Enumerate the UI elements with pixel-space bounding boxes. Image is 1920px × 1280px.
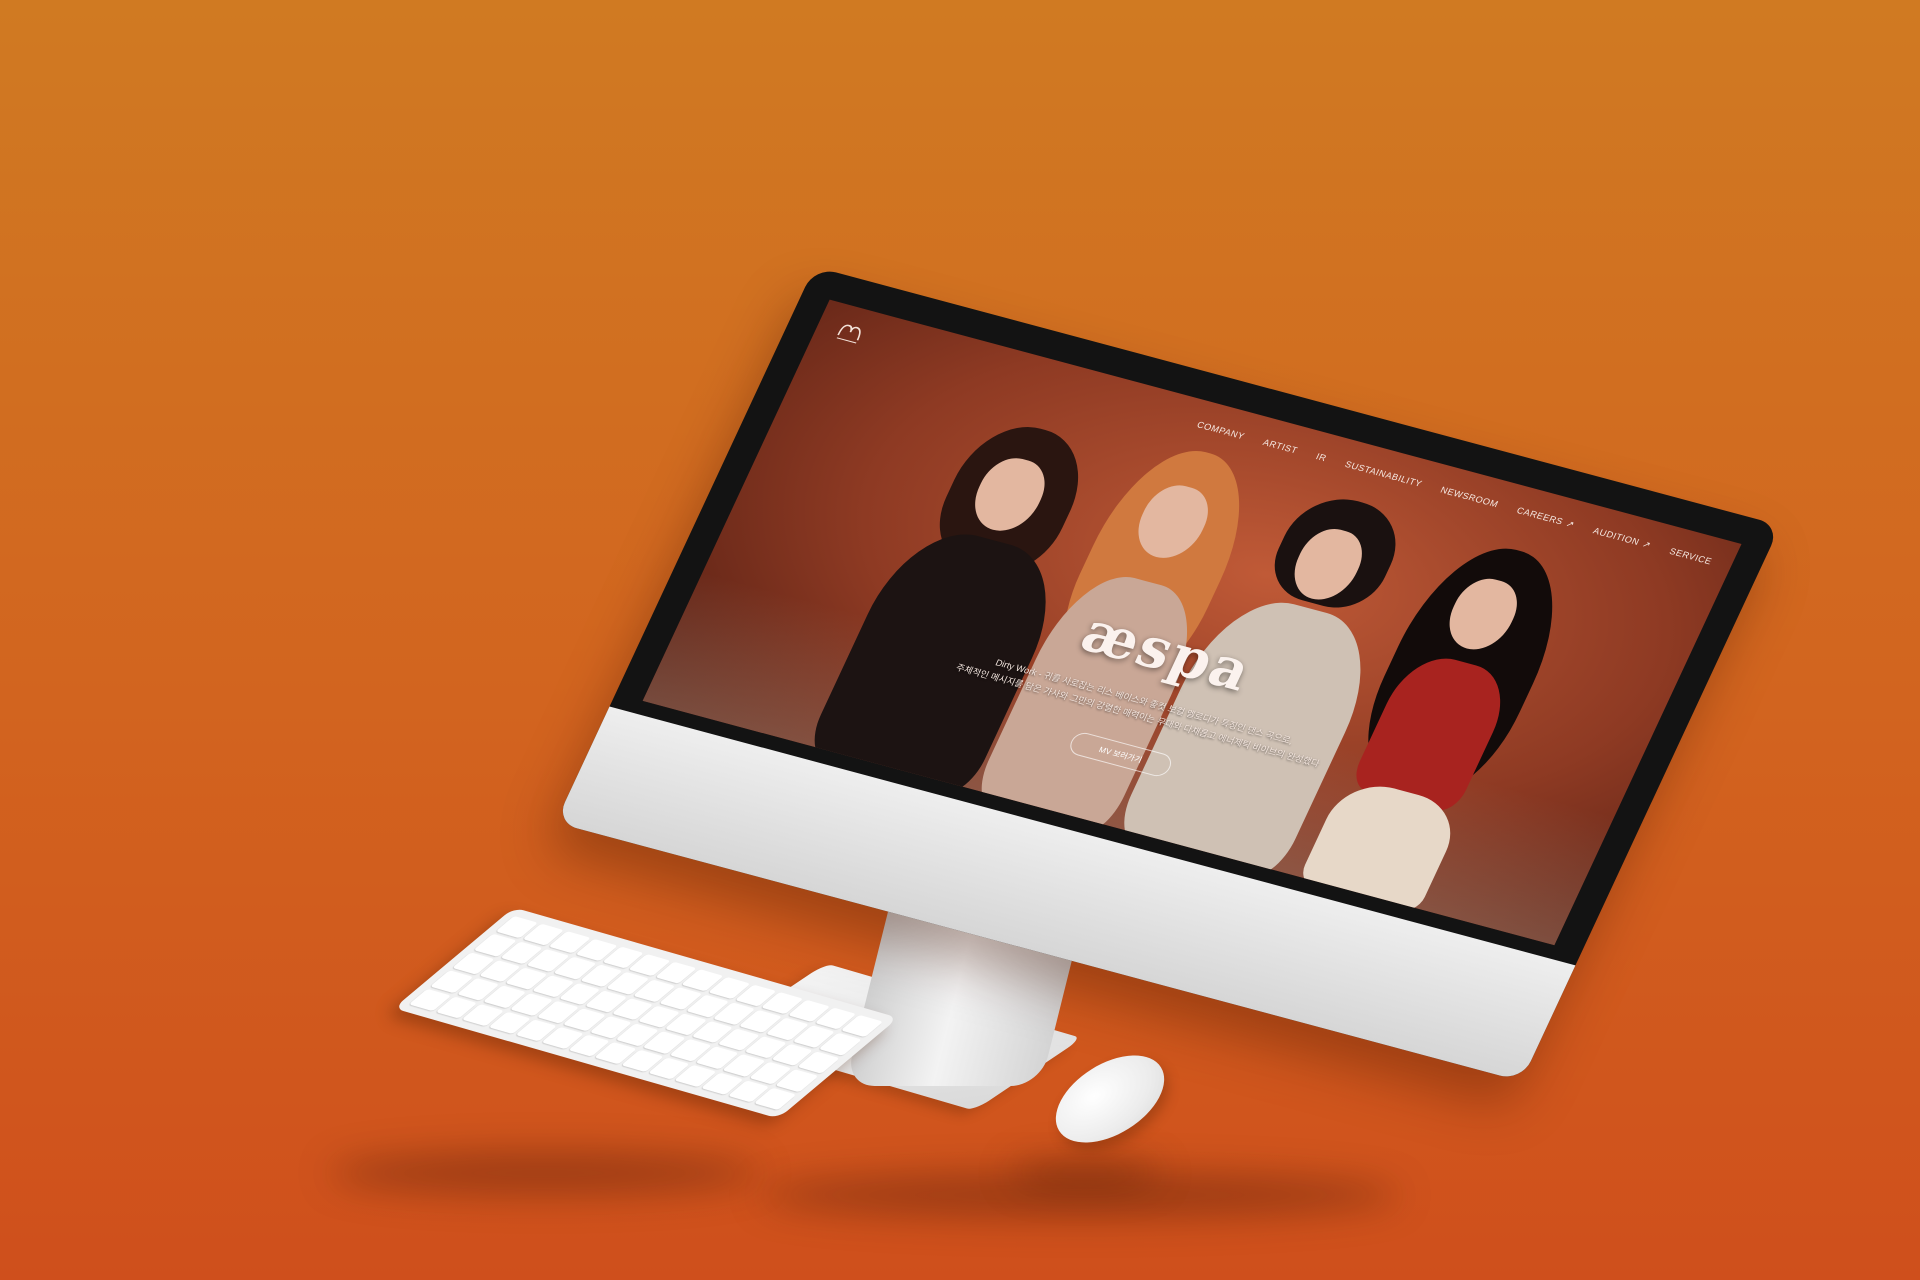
nav-item-sustainability[interactable]: SUSTAINABILITY xyxy=(1343,459,1423,489)
nav-item-ir[interactable]: IR xyxy=(1314,451,1328,463)
sm-logo-icon[interactable] xyxy=(833,320,868,347)
mouse xyxy=(1040,1037,1180,1161)
monitor: COMPANY ARTIST IR SUSTAINABILITY NEWSROO… xyxy=(555,266,1781,1082)
external-link-icon: ↗ xyxy=(1564,517,1577,530)
nav-item-careers[interactable]: CAREERS ↗ xyxy=(1515,505,1577,530)
nav-item-service[interactable]: SERVICE xyxy=(1668,546,1714,566)
external-link-icon: ↗ xyxy=(1641,538,1654,550)
mouse-shadow xyxy=(1010,1160,1160,1186)
nav-item-label: IR xyxy=(1314,451,1329,464)
nav-item-company[interactable]: COMPANY xyxy=(1195,420,1246,442)
nav-item-artist[interactable]: ARTIST xyxy=(1261,437,1299,455)
nav-item-label: COMPANY xyxy=(1195,419,1247,442)
nav-item-label: SERVICE xyxy=(1667,546,1714,567)
keyboard xyxy=(393,907,899,1119)
nav-item-label: AUDITION xyxy=(1591,525,1642,548)
nav-item-audition[interactable]: AUDITION ↗ xyxy=(1591,525,1654,550)
nav-item-label: NEWSROOM xyxy=(1438,484,1501,510)
nav-item-label: ARTIST xyxy=(1261,437,1300,456)
nav-item-label: CAREERS xyxy=(1515,505,1565,527)
nav-item-newsroom[interactable]: NEWSROOM xyxy=(1439,485,1500,509)
keyboard-shadow xyxy=(330,1152,760,1194)
nav-item-label: SUSTAINABILITY xyxy=(1343,459,1424,489)
